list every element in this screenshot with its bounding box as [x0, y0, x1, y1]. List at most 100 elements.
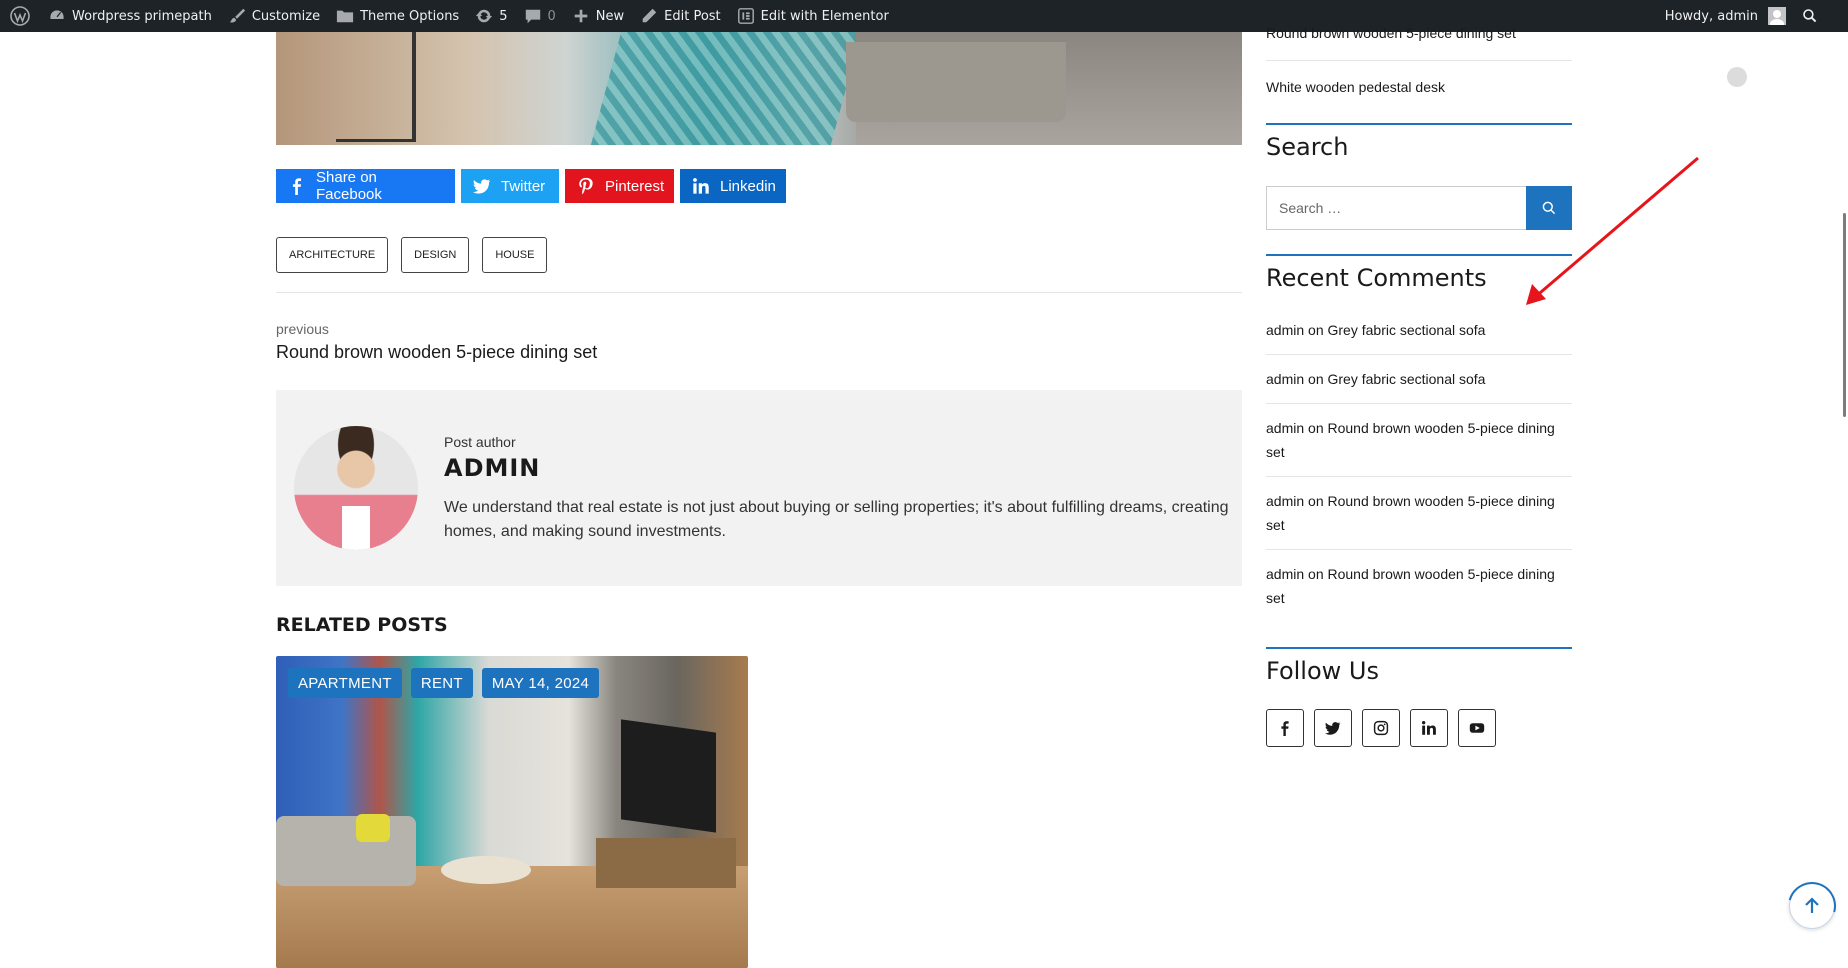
share-facebook-label: Share on Facebook: [316, 169, 382, 203]
share-pinterest-button[interactable]: Pinterest: [565, 169, 674, 203]
wordpress-logo-icon: [10, 6, 30, 26]
featured-image-rug: [590, 32, 862, 145]
pinterest-icon: [577, 177, 595, 195]
admin-bar: Wordpress primepath Customize Theme Opti…: [0, 0, 1848, 32]
related-image-tv: [621, 719, 716, 833]
site-name-menu[interactable]: Wordpress primepath: [40, 0, 220, 32]
author-label: Post author: [444, 434, 516, 450]
wordpress-logo-menu[interactable]: [0, 0, 40, 32]
customize-label: Customize: [251, 8, 321, 24]
author-avatar: [294, 426, 418, 550]
related-image-table: [441, 856, 531, 884]
search-widget-rule: [1266, 123, 1572, 125]
theme-options-label: Theme Options: [360, 8, 460, 24]
share-linkedin-button[interactable]: Linkedin: [680, 169, 786, 203]
recent-post-link[interactable]: Round brown wooden 5-piece dining set: [1266, 25, 1516, 41]
grey-dot: [1727, 67, 1747, 87]
recent-comment-item: admin on Grey fabric sectional sofa: [1266, 306, 1572, 355]
linkedin-icon: [692, 177, 710, 195]
comments-count: 0: [547, 8, 556, 24]
youtube-icon: [1469, 723, 1485, 733]
recent-comments-title: Recent Comments: [1266, 264, 1487, 292]
featured-image-sofa-arm: [846, 42, 1066, 122]
site-name: Wordpress primepath: [72, 8, 212, 24]
comment-post-link[interactable]: Grey fabric sectional sofa: [1328, 322, 1486, 338]
edit-post-link[interactable]: Edit Post: [632, 0, 729, 32]
share-buttons: Share on Facebook Twitter Pinterest Link…: [276, 169, 786, 203]
related-image-shelf: [596, 838, 736, 888]
search-widget-title: Search: [1266, 133, 1349, 161]
paintbrush-icon: [229, 8, 245, 23]
comment-on-text: on: [1308, 322, 1324, 338]
tag-design[interactable]: DESIGN: [401, 237, 470, 273]
related-image-pillow: [356, 814, 390, 842]
comment-on-text: on: [1308, 566, 1324, 582]
scroll-to-top-button[interactable]: [1779, 873, 1845, 939]
previous-post-link[interactable]: Round brown wooden 5-piece dining set: [276, 342, 597, 363]
share-linkedin-label: Linkedin: [720, 177, 776, 195]
folder-icon: [336, 10, 354, 23]
admin-avatar-icon: [1768, 7, 1786, 25]
instagram-icon: [1373, 720, 1389, 736]
follow-us-title: Follow Us: [1266, 657, 1379, 685]
comment-icon: [525, 9, 540, 24]
comment-post-link[interactable]: Grey fabric sectional sofa: [1328, 371, 1486, 387]
social-linkedin-link[interactable]: [1410, 709, 1448, 747]
comment-author-link[interactable]: admin: [1266, 420, 1304, 436]
linkedin-icon: [1421, 720, 1436, 735]
comment-author-link[interactable]: admin: [1266, 371, 1304, 387]
tag-architecture[interactable]: ARCHITECTURE: [276, 237, 389, 273]
facebook-icon: [1281, 721, 1289, 736]
recent-comment-item: admin on Round brown wooden 5-piece dini…: [1266, 477, 1572, 550]
social-facebook-link[interactable]: [1266, 709, 1304, 747]
related-image-sofa: [276, 816, 416, 886]
social-twitter-link[interactable]: [1314, 709, 1352, 747]
new-label: New: [595, 8, 625, 24]
author-avatar-shirt: [342, 506, 370, 550]
comments-link[interactable]: 0: [516, 0, 564, 32]
comment-author-link[interactable]: admin: [1266, 566, 1304, 582]
recent-comment-item: admin on Round brown wooden 5-piece dini…: [1266, 404, 1572, 477]
social-youtube-link[interactable]: [1458, 709, 1496, 747]
updates-link[interactable]: 5: [467, 0, 515, 32]
edit-elementor-link[interactable]: Edit with Elementor: [729, 0, 897, 32]
badge-rent[interactable]: RENT: [410, 668, 473, 698]
dashboard-icon: [49, 9, 65, 21]
facebook-icon: [288, 177, 306, 195]
recent-post-link[interactable]: White wooden pedestal desk: [1266, 79, 1445, 95]
previous-post-label: previous: [276, 321, 329, 337]
related-posts-title: RELATED POSTS: [276, 614, 448, 636]
howdy-text: Howdy, admin: [1664, 8, 1758, 24]
divider: [276, 292, 1242, 293]
twitter-icon: [1325, 722, 1341, 735]
edit-elementor-label: Edit with Elementor: [760, 8, 889, 24]
share-pinterest-label: Pinterest: [605, 177, 665, 195]
scrollbar-thumb[interactable]: [1843, 213, 1846, 417]
featured-image-chair: [336, 32, 416, 142]
related-post-badges: APARTMENT RENT MAY 14, 2024: [288, 668, 600, 698]
elementor-icon: [737, 8, 754, 24]
new-content-link[interactable]: New: [564, 0, 632, 32]
post-tags: ARCHITECTURE DESIGN HOUSE: [276, 237, 548, 273]
share-twitter-button[interactable]: Twitter: [461, 169, 559, 203]
search-icon[interactable]: [1802, 8, 1818, 24]
comment-author-link[interactable]: admin: [1266, 493, 1304, 509]
plus-icon: [574, 9, 588, 23]
badge-apartment[interactable]: APARTMENT: [288, 668, 402, 698]
customize-link[interactable]: Customize: [220, 0, 328, 32]
search-input[interactable]: [1266, 186, 1526, 230]
recent-comment-item: admin on Grey fabric sectional sofa: [1266, 355, 1572, 404]
twitter-icon: [473, 177, 491, 195]
tag-house[interactable]: HOUSE: [482, 237, 548, 273]
share-twitter-label: Twitter: [501, 177, 546, 195]
social-instagram-link[interactable]: [1362, 709, 1400, 747]
author-name[interactable]: ADMIN: [444, 454, 540, 482]
updates-count: 5: [499, 8, 508, 24]
badge-date[interactable]: MAY 14, 2024: [481, 668, 600, 698]
comment-author-link[interactable]: admin: [1266, 322, 1304, 338]
related-post-card[interactable]: APARTMENT RENT MAY 14, 2024: [276, 656, 748, 968]
theme-options-link[interactable]: Theme Options: [328, 0, 467, 32]
my-account-menu[interactable]: Howdy, admin: [1665, 0, 1818, 32]
comment-on-text: on: [1308, 420, 1324, 436]
share-facebook-button[interactable]: Share on Facebook: [276, 169, 455, 203]
